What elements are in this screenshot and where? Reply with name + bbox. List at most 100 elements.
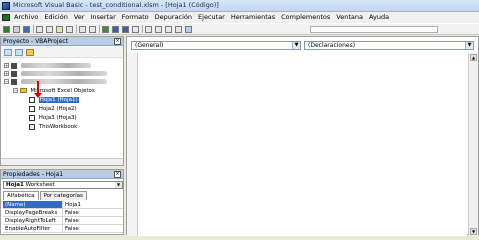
collapse-icon[interactable]: − [13,88,18,93]
chevron-down-icon[interactable]: ▼ [292,42,300,49]
sheet-icon [29,105,35,112]
tree-item-label: ThisWorkbook [38,124,78,130]
design-mode-icon[interactable] [132,26,139,33]
menu-depuracion[interactable]: Depuración [152,13,195,21]
properties-title-text: Propiedades - Hoja1 [3,171,64,178]
tree-project-node[interactable]: − [4,78,107,86]
object-combo-value: (General) [135,42,164,49]
property-row[interactable]: DisplayRightToLeft False [3,217,123,225]
cursor-position-box [310,26,438,33]
collapse-icon[interactable]: − [4,79,9,84]
view-object-icon[interactable] [15,49,23,56]
scroll-down-icon[interactable]: ▼ [470,228,477,235]
run-icon[interactable] [102,26,109,33]
project-toolbar [1,47,123,58]
excel-icon[interactable] [2,14,10,21]
object-combo[interactable]: (General) ▼ [131,41,301,50]
tree-folder-node[interactable]: − Microsoft Excel Objetos [13,87,95,95]
find-icon[interactable] [66,26,73,33]
vertical-scrollbar[interactable]: ▲ ▼ [468,53,478,236]
tab-alfabetica[interactable]: Alfabética [3,191,39,200]
menu-formato[interactable]: Formato [119,13,152,21]
object-type: Worksheet [25,182,55,188]
project-explorer: Proyecto - VBAProject × + + − − Microsof… [0,36,124,166]
reset-icon[interactable] [122,26,129,33]
redo-icon[interactable] [89,26,96,33]
copy-icon[interactable] [46,26,53,33]
cut-icon[interactable] [36,26,43,33]
close-icon[interactable]: × [114,171,121,178]
procedure-combo-value: (Declaraciones) [308,42,356,49]
menu-bar: Archivo Edición Ver Insertar Formato Dep… [0,12,479,23]
project-tree: + + − − Microsoft Excel Objetos Hoja1 (H… [1,60,123,160]
tree-item-label: Hoja1 (Hoja1) [38,97,79,103]
tree-project-node[interactable]: + [4,70,107,78]
properties-grid: (Name) Hoja1 DisplayPageBreaks False Dis… [3,201,123,233]
workbook-icon [29,123,35,130]
close-icon[interactable]: × [114,38,121,45]
menu-ventana[interactable]: Ventana [333,13,366,21]
menu-ver[interactable]: Ver [71,13,88,21]
menu-complementos[interactable]: Complementos [278,13,333,21]
menu-archivo[interactable]: Archivo [11,13,41,21]
chevron-down-icon[interactable]: ▼ [115,182,122,188]
view-excel-icon[interactable] [3,26,10,33]
toolbar-separator [142,25,143,33]
redacted-project-name [20,79,107,84]
vba-app-icon [2,2,10,10]
property-row[interactable]: DisplayPageBreaks False [3,209,123,217]
menu-herramientas[interactable]: Herramientas [228,13,278,21]
properties-window-icon[interactable] [155,26,162,33]
procedure-combo[interactable]: (Declaraciones) ▼ [304,41,474,50]
tree-item-hoja2[interactable]: Hoja2 (Hoja2) [29,105,77,113]
property-row[interactable]: (Name) Hoja1 [3,201,123,209]
undo-icon[interactable] [79,26,86,33]
code-window: (General) ▼ (Declaraciones) ▼ ▲ ▼ [126,36,479,236]
expand-icon[interactable]: + [4,63,9,68]
horizontal-scrollbar[interactable] [1,158,123,165]
project-explorer-title-text: Proyecto - VBAProject [3,38,68,45]
view-code-icon[interactable] [4,49,12,56]
project-explorer-icon[interactable] [145,26,152,33]
scroll-up-icon[interactable]: ▲ [470,54,477,61]
property-name: EnableAutoFilter [3,225,63,232]
redacted-project-name [20,71,107,76]
property-value[interactable]: Hoja1 [63,201,81,208]
property-value[interactable]: False [63,209,79,216]
menu-ejecutar[interactable]: Ejecutar [195,13,228,21]
tree-item-label: Hoja2 (Hoja2) [38,106,77,112]
properties-window: Propiedades - Hoja1 × Hoja1 Worksheet ▼ … [0,169,124,235]
property-row[interactable]: EnableAutoFilter False [3,225,123,233]
break-icon[interactable] [112,26,119,33]
vba-project-icon [10,78,17,85]
object-name: Hoja1 [6,182,24,188]
toolbox-icon[interactable] [175,26,182,33]
menu-ayuda[interactable]: Ayuda [366,13,392,21]
code-margin[interactable] [127,53,137,236]
toggle-folders-icon[interactable] [26,49,34,56]
vba-project-icon [10,70,17,77]
insert-module-icon[interactable] [13,26,20,33]
properties-tabs: Alfabética Por categorías [3,191,88,200]
property-name: DisplayPageBreaks [3,209,63,216]
window-title: Microsoft Visual Basic - test_conditiona… [13,1,219,9]
property-value[interactable]: False [63,217,79,224]
tree-item-label: Hoja3 (Hoja3) [38,115,77,121]
properties-title: Propiedades - Hoja1 × [1,170,123,179]
paste-icon[interactable] [56,26,63,33]
menu-edicion[interactable]: Edición [41,13,71,21]
save-icon[interactable] [23,26,30,33]
object-selector[interactable]: Hoja1 Worksheet ▼ [3,181,123,189]
help-icon[interactable] [185,26,192,33]
tree-item-thisworkbook[interactable]: ThisWorkbook [29,123,77,131]
standard-toolbar [0,23,479,35]
tree-project-node[interactable]: + [4,62,91,70]
object-browser-icon[interactable] [165,26,172,33]
tree-item-hoja3[interactable]: Hoja3 (Hoja3) [29,114,77,122]
code-editor[interactable] [137,53,467,236]
chevron-down-icon[interactable]: ▼ [465,42,473,49]
tab-por-categorias[interactable]: Por categorías [39,191,87,200]
expand-icon[interactable]: + [4,71,9,76]
property-value[interactable]: False [63,225,79,232]
menu-insertar[interactable]: Insertar [87,13,118,21]
